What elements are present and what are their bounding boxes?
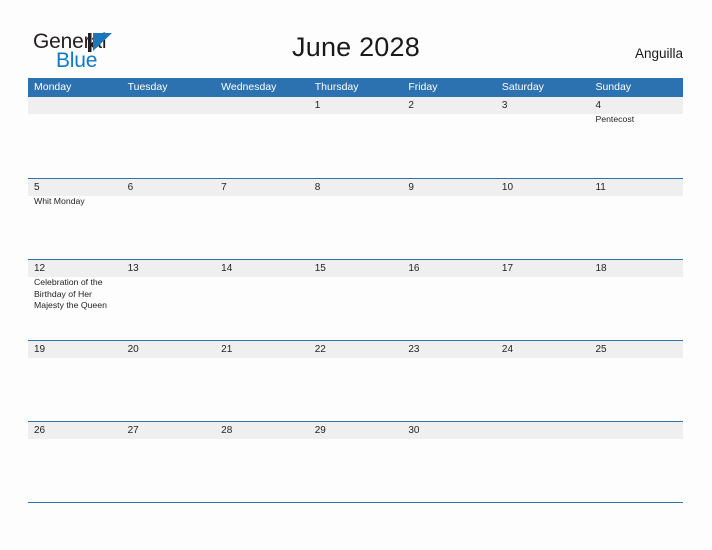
day-number: 12 [34, 263, 46, 274]
day-number: 15 [314, 263, 326, 274]
calendar-week-row: 5 Whit Monday 6 7 8 9 10 11 [28, 178, 683, 259]
day-cell[interactable]: 5 Whit Monday [28, 179, 122, 259]
day-cell[interactable]: 16 [402, 260, 496, 340]
day-cell[interactable]: 7 [215, 179, 309, 259]
day-number: 9 [408, 182, 414, 193]
day-cell[interactable]: 19 [28, 341, 122, 421]
day-cell[interactable]: 25 [589, 341, 683, 421]
day-cell-empty [122, 97, 216, 178]
day-cell[interactable]: 24 [496, 341, 590, 421]
day-cell[interactable]: 18 [589, 260, 683, 340]
calendar-week-row: 26 27 28 29 30 [28, 421, 683, 502]
day-events: Celebration of the Birthday of Her Majes… [34, 277, 118, 312]
day-number: 21 [221, 344, 233, 355]
day-number: 10 [501, 182, 514, 193]
page-title: June 2028 [292, 32, 420, 62]
day-number: 22 [314, 344, 326, 355]
weekday-header-tuesday: Tuesday [127, 81, 168, 93]
page-header: General Blue June 2028 Anguilla [0, 0, 712, 78]
weekday-header-friday: Friday [408, 81, 438, 93]
weekday-header-row: Monday Tuesday Wednesday Thursday Friday Satu… [28, 78, 683, 97]
day-number: 5 [34, 182, 40, 193]
day-number: 29 [314, 425, 326, 436]
day-number: 3 [501, 100, 508, 111]
day-number: 14 [221, 263, 233, 274]
calendar-bottom-rule [28, 502, 683, 503]
day-cell[interactable]: 2 [402, 97, 496, 178]
holiday-label: Celebration of the Birthday of Her Majes… [34, 277, 107, 310]
holiday-label: Whit Monday [34, 196, 85, 206]
day-number: 23 [408, 344, 420, 355]
day-cell[interactable]: 29 [309, 422, 403, 502]
day-cell-empty [496, 422, 590, 502]
day-number: 7 [221, 182, 227, 193]
week-cells: 1 2 3 4 Pentecost [28, 97, 683, 178]
day-cell[interactable]: 12 Celebration of the Birthday of Her Maj… [28, 260, 122, 340]
day-cell-empty [215, 97, 309, 178]
day-cell[interactable]: 6 [122, 179, 216, 259]
week-cells: 26 27 28 29 30 [28, 422, 683, 502]
day-cell[interactable]: 22 [309, 341, 403, 421]
day-cell[interactable]: 20 [122, 341, 216, 421]
day-cell-empty [28, 97, 122, 178]
day-cell[interactable]: 13 [122, 260, 216, 340]
day-number: 27 [127, 425, 139, 436]
weekday-header-sunday: Sunday [595, 81, 632, 93]
day-cell[interactable]: 3 [496, 97, 590, 178]
weekday-header-thursday: Thursday [314, 81, 359, 93]
week-cells: 19 20 21 22 23 24 25 [28, 341, 683, 421]
day-number: 25 [595, 344, 607, 355]
day-number: 2 [408, 100, 414, 111]
calendar-week-row: 1 2 3 4 Pentecost [28, 97, 683, 178]
calendar-weeks: 1 2 3 4 Pentecost 5 Whit Monday 6 7 8 9 10 11 12 Celeb… [28, 97, 683, 502]
day-cell[interactable]: 4 Pentecost [589, 97, 683, 178]
day-number: 28 [221, 425, 233, 436]
day-number: 13 [127, 263, 139, 274]
day-number: 18 [595, 263, 607, 274]
day-cell-empty [589, 422, 683, 502]
day-cell[interactable]: 17 [496, 260, 590, 340]
day-cell[interactable]: 30 [402, 422, 496, 502]
day-cell[interactable]: 27 [122, 422, 216, 502]
day-number: 24 [501, 344, 514, 355]
week-cells: 5 Whit Monday 6 7 8 9 10 11 [28, 179, 683, 259]
day-cell[interactable]: 10 [496, 179, 590, 259]
calendar-week-row: 12 Celebration of the Birthday of Her Maj… [28, 259, 683, 340]
calendar-grid: Monday Tuesday Wednesday Thursday Friday Satu… [28, 78, 683, 502]
day-number: 30 [408, 425, 420, 436]
day-number: 19 [34, 344, 46, 355]
day-cell[interactable]: 1 [309, 97, 403, 178]
day-number: 4 [595, 100, 602, 111]
day-cell[interactable]: 11 [589, 179, 683, 259]
day-number: 16 [408, 263, 420, 274]
calendar-page: General Blue June 2028 Anguilla Monday Tu… [0, 0, 712, 550]
weekday-header-monday: Monday [34, 81, 72, 93]
holiday-label: Pentecost [595, 114, 635, 124]
day-events: Pentecost [595, 114, 679, 126]
day-number: 1 [314, 100, 321, 111]
day-cell[interactable]: 21 [215, 341, 309, 421]
day-cell[interactable]: 26 [28, 422, 122, 502]
day-cell[interactable]: 14 [215, 260, 309, 340]
weekday-header-saturday: Saturday [501, 81, 544, 93]
day-number: 11 [595, 182, 606, 193]
day-cell[interactable]: 28 [215, 422, 309, 502]
day-cell[interactable]: 15 [309, 260, 403, 340]
locale-label: Anguilla [634, 46, 683, 61]
weekday-header-wednesday: Wednesday [221, 81, 277, 93]
day-number: 20 [127, 344, 139, 355]
day-number: 17 [501, 263, 514, 274]
day-cell[interactable]: 23 [402, 341, 496, 421]
day-number: 26 [34, 425, 46, 436]
day-events: Whit Monday [34, 196, 118, 208]
day-number: 8 [314, 182, 321, 193]
calendar-week-row: 19 20 21 22 23 24 25 [28, 340, 683, 421]
week-cells: 12 Celebration of the Birthday of Her Maj… [28, 260, 683, 340]
day-cell[interactable]: 9 [402, 179, 496, 259]
day-cell[interactable]: 8 [309, 179, 403, 259]
day-number: 6 [127, 182, 134, 193]
